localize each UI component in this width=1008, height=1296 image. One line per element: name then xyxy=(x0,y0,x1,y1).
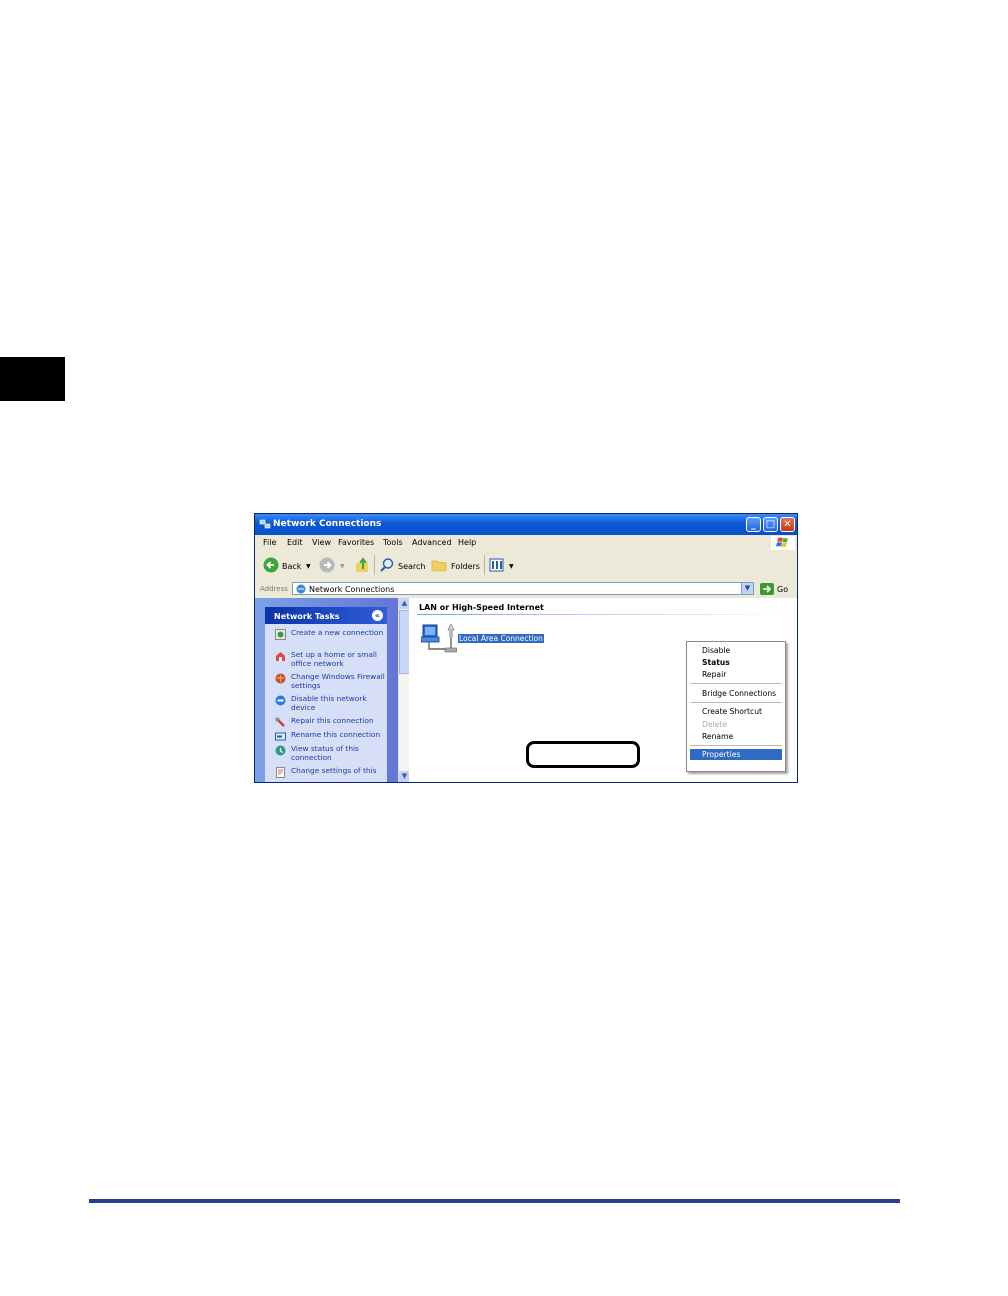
properties-callout-ring xyxy=(526,741,640,768)
menu-bar: File Edit View Favorites Tools Advanced … xyxy=(255,535,797,551)
chapter-tab xyxy=(0,357,65,401)
address-field[interactable]: Network Connections ▼ xyxy=(292,582,754,595)
home-network-icon xyxy=(276,652,285,661)
address-value: Network Connections xyxy=(309,585,395,594)
back-button[interactable]: Back xyxy=(282,562,301,571)
settings-document-icon xyxy=(276,767,285,778)
disable-device-icon xyxy=(275,695,286,706)
toolbar-separator xyxy=(484,555,485,575)
task-label[interactable]: Repair this connection xyxy=(291,716,387,725)
folders-icon[interactable] xyxy=(431,557,447,573)
close-button[interactable]: ✕ xyxy=(780,517,795,532)
task-set-up-home-network[interactable]: Set up a home or small office network xyxy=(275,650,387,669)
window-title: Network Connections xyxy=(273,519,382,529)
title-bar[interactable]: Network Connections _ □ ✕ xyxy=(255,514,797,535)
group-divider xyxy=(417,614,787,615)
ctx-create-shortcut[interactable]: Create Shortcut xyxy=(702,707,762,716)
view-status-icon xyxy=(275,745,286,756)
network-tasks-title: Network Tasks xyxy=(274,612,340,621)
ctx-separator xyxy=(690,745,782,746)
task-create-new-connection[interactable]: Create a new connection xyxy=(275,628,387,647)
task-label[interactable]: Rename this connection xyxy=(291,730,387,739)
ctx-properties[interactable]: Properties xyxy=(690,749,782,760)
network-connections-icon xyxy=(296,584,306,594)
menu-file[interactable]: File xyxy=(263,538,276,547)
toolbar-separator xyxy=(374,555,375,575)
ctx-status[interactable]: Status xyxy=(702,658,730,667)
task-label[interactable]: View status of this connection xyxy=(291,744,387,762)
minimize-button[interactable]: _ xyxy=(746,517,761,532)
up-folder-icon[interactable] xyxy=(354,557,370,573)
ctx-separator xyxy=(690,702,782,703)
menu-view[interactable]: View xyxy=(312,538,331,547)
ctx-separator xyxy=(690,683,782,684)
local-area-connection-icon[interactable] xyxy=(421,622,457,656)
ctx-properties-label: Properties xyxy=(702,750,741,759)
search-button[interactable]: Search xyxy=(398,562,425,571)
views-icon[interactable] xyxy=(489,557,507,573)
menu-advanced[interactable]: Advanced xyxy=(412,538,452,547)
maximize-button[interactable]: □ xyxy=(763,517,778,532)
menu-edit[interactable]: Edit xyxy=(287,538,303,547)
go-button[interactable]: Go xyxy=(777,585,788,594)
menu-help[interactable]: Help xyxy=(458,538,476,547)
back-dropdown-icon[interactable]: ▼ xyxy=(306,563,311,570)
collapse-icon[interactable]: « xyxy=(372,610,383,621)
network-tasks-header[interactable]: Network Tasks « xyxy=(265,607,387,624)
menu-tools[interactable]: Tools xyxy=(383,538,403,547)
ctx-rename[interactable]: Rename xyxy=(702,732,733,741)
network-tasks-panel: Network Tasks « Create a new connection … xyxy=(265,607,387,782)
ctx-disable[interactable]: Disable xyxy=(702,646,730,655)
network-connections-window: Network Connections _ □ ✕ File Edit View… xyxy=(254,513,798,783)
toolbar: Back ▼ ▼ Search Folders ▼ xyxy=(255,550,797,581)
views-dropdown-icon[interactable]: ▼ xyxy=(509,563,514,570)
task-rename-connection[interactable]: Rename this connection xyxy=(275,730,387,741)
task-disable-network-device[interactable]: Disable this network device xyxy=(275,694,387,713)
address-bar: Address Network Connections ▼ Go xyxy=(255,580,797,598)
group-heading: LAN or High-Speed Internet xyxy=(419,603,544,612)
ctx-repair[interactable]: Repair xyxy=(702,670,726,679)
forward-dropdown-icon[interactable]: ▼ xyxy=(340,563,345,570)
address-dropdown-icon[interactable]: ▼ xyxy=(741,583,753,594)
task-view-status[interactable]: View status of this connection xyxy=(275,744,387,763)
context-menu: Disable Status Repair Bridge Connections… xyxy=(686,641,786,772)
back-arrow-icon[interactable] xyxy=(263,557,279,573)
folders-button[interactable]: Folders xyxy=(451,562,480,571)
task-repair-connection[interactable]: Repair this connection xyxy=(275,716,387,727)
task-label[interactable]: Change Windows Firewall settings xyxy=(291,672,387,690)
network-connections-icon xyxy=(259,519,271,529)
address-label: Address xyxy=(260,585,288,593)
task-label[interactable]: Disable this network device xyxy=(291,694,387,712)
ctx-delete: Delete xyxy=(702,720,727,729)
search-icon[interactable] xyxy=(379,557,395,573)
forward-arrow-icon[interactable] xyxy=(319,557,335,573)
rename-icon xyxy=(275,732,286,741)
repair-wrench-icon xyxy=(275,717,285,727)
task-pane: Network Tasks « Create a new connection … xyxy=(255,598,398,782)
local-area-connection-label[interactable]: Local Area Connection xyxy=(458,634,544,643)
task-label[interactable]: Set up a home or small office network xyxy=(291,650,387,668)
firewall-icon xyxy=(275,673,286,684)
task-change-firewall-settings[interactable]: Change Windows Firewall settings xyxy=(275,672,387,691)
task-change-settings[interactable]: Change settings of this xyxy=(275,766,387,778)
windows-logo-icon xyxy=(771,536,795,550)
ctx-bridge-connections[interactable]: Bridge Connections xyxy=(702,689,776,698)
menu-favorites[interactable]: Favorites xyxy=(338,538,374,547)
bottom-rule xyxy=(89,1199,900,1203)
new-connection-icon xyxy=(275,629,286,640)
go-arrow-icon[interactable] xyxy=(760,583,774,595)
task-label[interactable]: Create a new connection xyxy=(291,628,387,637)
task-label[interactable]: Change settings of this xyxy=(291,766,387,775)
